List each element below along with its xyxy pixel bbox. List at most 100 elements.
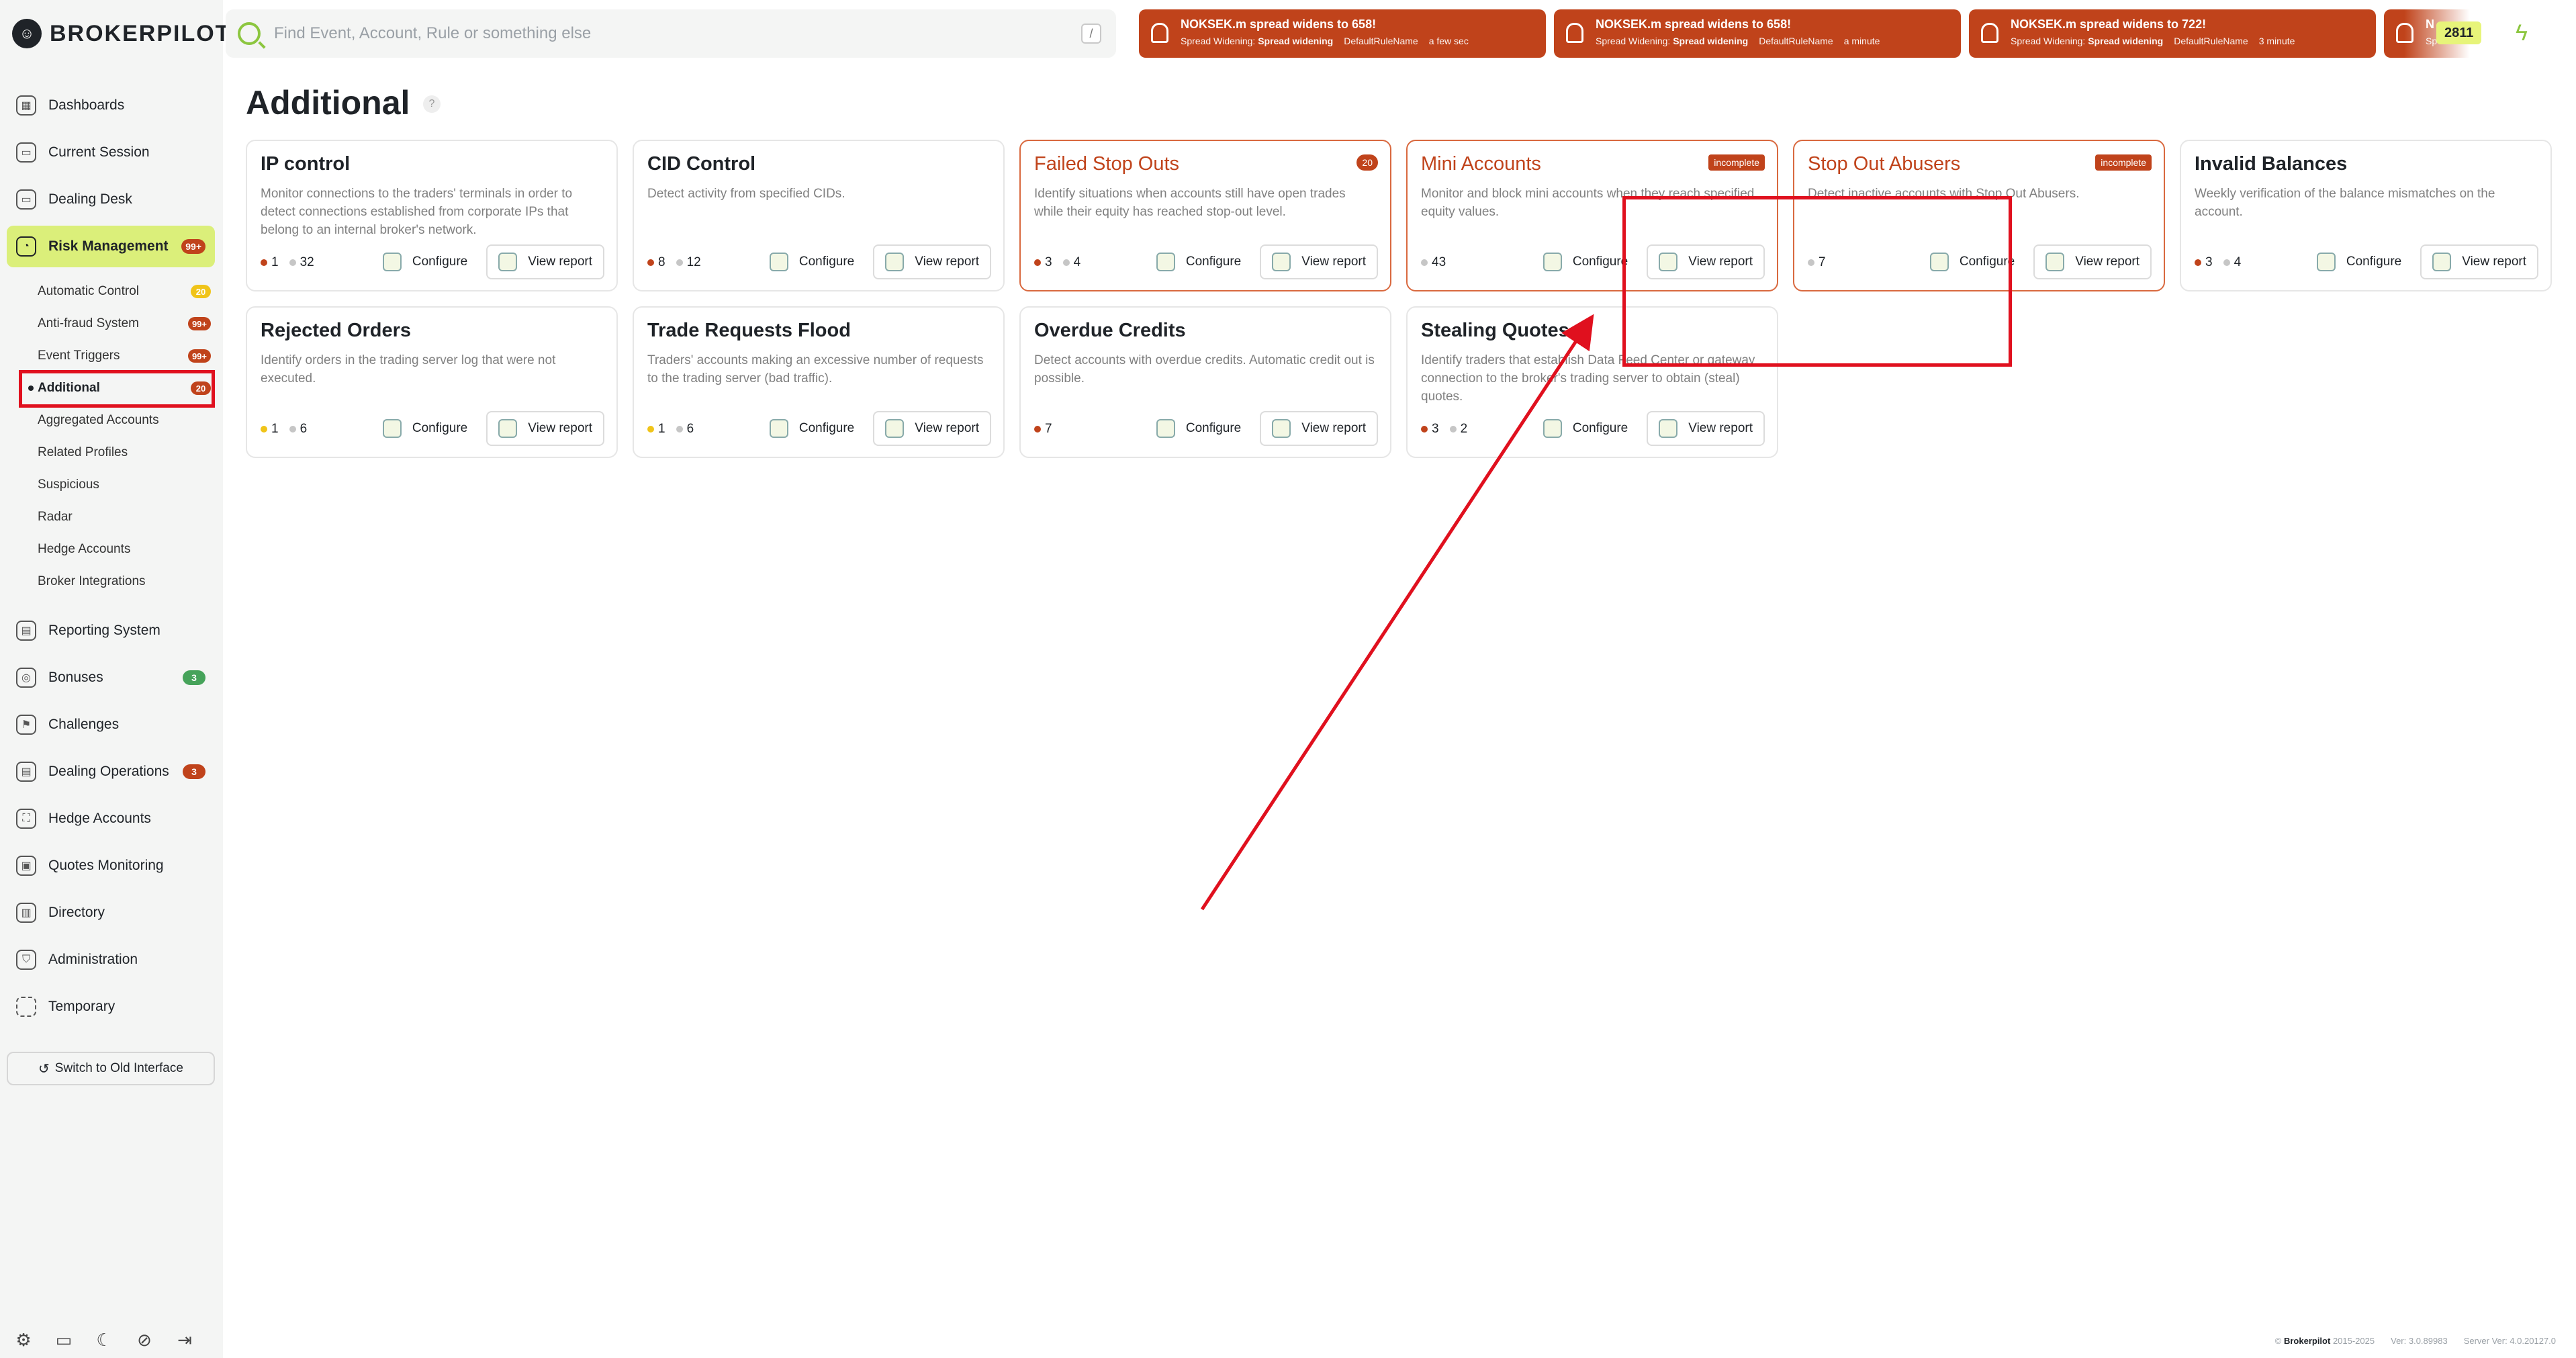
directory-icon: ▥ (16, 903, 36, 923)
search-input[interactable] (274, 24, 1053, 43)
view-report-button[interactable]: View report (486, 244, 604, 279)
sidebar-item-dashboards[interactable]: ▦ Dashboards (7, 85, 215, 126)
moon-icon[interactable]: ☾ (94, 1330, 114, 1350)
subitem-label: Anti-fraud System (38, 316, 139, 330)
risk-management-submenu: Automatic Control 20 Anti-fraud System 9… (0, 275, 215, 598)
card-title: IP control (261, 153, 351, 175)
sidebar-item-label: Dashboards (48, 97, 125, 113)
monitor-icon[interactable]: ▭ (54, 1330, 74, 1350)
view-report-label: View report (915, 255, 979, 269)
sidebar: ☺ BROKERPILOT ▦ Dashboards ▭ Current Ses… (0, 0, 229, 1358)
configure-icon (2316, 253, 2336, 271)
report-icon (885, 419, 905, 438)
sidebar-item-administration[interactable]: ⛉ Administration (7, 939, 215, 981)
help-icon[interactable]: ? (423, 95, 441, 113)
count-badge: 99+ (187, 317, 211, 330)
status-dot-icon (2195, 259, 2201, 266)
alert-type-value: Spread widening (1258, 36, 1334, 46)
refresh-icon: ↺ (38, 1061, 50, 1077)
footer-copyright: © (2274, 1336, 2282, 1346)
user-badge[interactable]: 2811 (2436, 21, 2482, 44)
view-report-button[interactable]: View report (1647, 411, 1765, 446)
search-shortcut-key: / (1081, 24, 1101, 44)
sidebar-item-reporting-system[interactable]: ▤ Reporting System (7, 610, 215, 651)
sidebar-item-hedge-accounts[interactable]: ⛶ Hedge Accounts (7, 798, 215, 840)
sidebar-item-current-session[interactable]: ▭ Current Session (7, 132, 215, 173)
configure-button[interactable]: Configure (759, 244, 865, 279)
subitem-radar[interactable]: Radar (0, 501, 215, 533)
sidebar-item-directory[interactable]: ▥ Directory (7, 892, 215, 934)
footer-brand: Brokerpilot (2283, 1336, 2331, 1346)
lightning-icon[interactable]: ϟ (2516, 20, 2528, 46)
view-report-label: View report (1301, 421, 1366, 435)
configure-button[interactable]: Configure (1146, 244, 1252, 279)
rule-card[interactable]: Overdue Credits Detect accounts with over… (1019, 306, 1391, 458)
footer: © Brokerpilot 2015-2025 Ver: 3.0.89983 S… (2275, 1336, 2556, 1346)
alert-card[interactable]: NOKSEK.m spread widens to 658! Spread Wi… (1139, 9, 1546, 58)
configure-button[interactable]: Configure (1146, 411, 1252, 446)
rule-card[interactable]: Failed Stop Outs 20 Identify situations wh… (1019, 140, 1391, 291)
configure-label: Configure (798, 421, 855, 435)
subitem-label: Suspicious (38, 478, 99, 492)
configure-button[interactable]: Configure (759, 411, 865, 446)
alert-card[interactable]: NOKSEK.m spread widens to 722! Spread Wi… (1969, 9, 2376, 58)
stat-value: 1 (271, 422, 279, 436)
sidebar-item-dealing-operations[interactable]: ▤ Dealing Operations 3 (7, 751, 215, 793)
logout-icon[interactable]: ⇥ (175, 1330, 195, 1350)
view-report-button[interactable]: View report (1260, 244, 1378, 279)
alert-card[interactable]: NOKSEK.m spread widens to 658! Spread Wi… (1554, 9, 1961, 58)
rule-card[interactable]: CID Control Detect activity from specifie… (633, 140, 1005, 291)
sidebar-nav-lower: ▤ Reporting System ◎ Bonuses 3 ⚑ Challen… (7, 610, 215, 1033)
subitem-aggregated-accounts[interactable]: Aggregated Accounts (0, 404, 215, 437)
switch-to-old-interface-button[interactable]: ↺ Switch to Old Interface (7, 1052, 215, 1085)
sidebar-item-bonuses[interactable]: ◎ Bonuses 3 (7, 657, 215, 698)
configure-button[interactable]: Configure (372, 411, 478, 446)
subitem-anti-fraud-system[interactable]: Anti-fraud System 99+ (0, 308, 215, 340)
sidebar-item-challenges[interactable]: ⚑ Challenges (7, 704, 215, 745)
sidebar-item-dealing-desk[interactable]: ▭ Dealing Desk (7, 179, 215, 220)
rule-card[interactable]: Rejected Orders Identify orders in the tr… (246, 306, 618, 458)
subitem-label: Related Profiles (38, 445, 128, 459)
configure-button[interactable]: Configure (2306, 244, 2412, 279)
settings-icon[interactable]: ⚙ (13, 1330, 34, 1350)
configure-label: Configure (412, 255, 468, 269)
configure-label: Configure (2346, 255, 2402, 269)
stat-value: 6 (300, 422, 308, 436)
view-report-button[interactable]: View report (486, 411, 604, 446)
subitem-broker-integrations[interactable]: Broker Integrations (0, 565, 215, 598)
subitem-suspicious[interactable]: Suspicious (0, 469, 215, 501)
sidebar-item-risk-management[interactable]: ◔ Risk Management 99+ (7, 226, 215, 267)
alerts-ticker: NOKSEK.m spread widens to 658! Spread Wi… (1139, 9, 2487, 58)
view-report-button[interactable]: View report (2033, 244, 2152, 279)
sidebar-item-temporary[interactable]: Temporary (7, 986, 215, 1028)
view-report-button[interactable]: View report (1260, 411, 1378, 446)
status-dot-icon (647, 426, 654, 433)
footer-version: Ver: 3.0.89983 (2391, 1336, 2448, 1346)
configure-label: Configure (1185, 255, 1242, 269)
card-description: Monitor connections to the traders' term… (261, 187, 573, 237)
view-report-button[interactable]: View report (2420, 244, 2538, 279)
status-dot-icon (1449, 426, 1457, 433)
sidebar-item-quotes-monitoring[interactable]: ▣ Quotes Monitoring (7, 845, 215, 887)
mute-icon[interactable]: ⊘ (134, 1330, 154, 1350)
configure-button[interactable]: Configure (372, 244, 478, 279)
rule-card[interactable]: Trade Requests Flood Traders' accounts ma… (633, 306, 1005, 458)
card-title: Failed Stop Outs (1034, 153, 1179, 175)
rule-card[interactable]: IP control Monitor connections to the tra… (246, 140, 618, 291)
subitem-event-triggers[interactable]: Event Triggers 99+ (0, 340, 215, 372)
configure-label: Configure (1185, 421, 1242, 435)
configure-button[interactable]: Configure (1532, 411, 1639, 446)
view-report-button[interactable]: View report (873, 244, 991, 279)
subitem-label: Aggregated Accounts (38, 413, 159, 427)
sidebar-item-label: Temporary (48, 999, 116, 1014)
session-icon: ▭ (16, 142, 36, 163)
alert-title: NOKSEK.m spread widens to 658! (1181, 17, 1377, 31)
subitem-related-profiles[interactable]: Related Profiles (0, 437, 215, 469)
logo[interactable]: ☺ BROKERPILOT (12, 16, 230, 51)
view-report-button[interactable]: View report (873, 411, 991, 446)
report-icon (1272, 419, 1291, 438)
subitem-hedge-accounts[interactable]: Hedge Accounts (0, 533, 215, 565)
rule-card[interactable]: Invalid Balances Weekly verification of t… (2180, 140, 2552, 291)
admin-icon: ⛉ (16, 950, 36, 970)
subitem-automatic-control[interactable]: Automatic Control 20 (0, 275, 215, 308)
